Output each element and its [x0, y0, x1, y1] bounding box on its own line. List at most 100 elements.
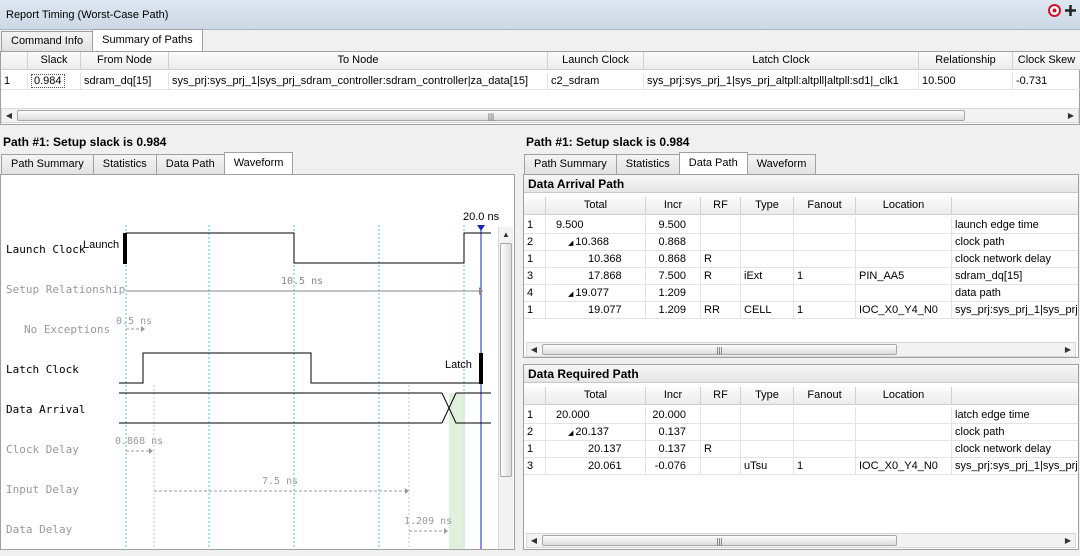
arrival-cell-total: ◢ 10.368: [546, 234, 646, 251]
required-cell-fanout: [794, 424, 856, 441]
tab-summary-of-paths[interactable]: Summary of Paths: [92, 29, 203, 51]
arrival-table: Total Incr RF Type Fanout Location 1 9.500 9.500…: [524, 197, 1078, 337]
arrival-cell-fanout: [794, 217, 856, 234]
required-cell-rf: R: [701, 441, 741, 458]
arrival-col-type[interactable]: Type: [741, 197, 794, 215]
waveform-vscroll[interactable]: ▲: [498, 227, 513, 549]
col-slack[interactable]: Slack: [28, 52, 81, 70]
required-col-type[interactable]: Type: [741, 387, 794, 405]
launch-clock-cell[interactable]: c2_sdram: [548, 73, 644, 90]
arrival-cell-incr: 7.500: [646, 268, 701, 285]
required-cell-n: 3: [524, 458, 546, 475]
required-col-index[interactable]: [524, 387, 546, 405]
wf-clock-delay: Clock Delay: [6, 443, 79, 456]
required-cell-desc: clock path: [952, 424, 1078, 441]
required-col-rf[interactable]: RF: [701, 387, 741, 405]
arrival-total-value: 19.077: [588, 304, 622, 316]
arrival-cell-fanout: [794, 234, 856, 251]
top-tabs: Command Info Summary of Paths: [1, 29, 203, 51]
arrival-cell-n: 2: [524, 234, 546, 251]
arrival-col-total[interactable]: Total: [546, 197, 646, 215]
required-col-total[interactable]: Total: [546, 387, 646, 405]
required-col-desc[interactable]: [952, 387, 1078, 405]
arrival-cell-n: 1: [524, 251, 546, 268]
scroll-right-icon[interactable]: ▶: [1065, 110, 1077, 122]
required-scroll-thumb[interactable]: |||: [542, 535, 897, 546]
required-cell-incr: 0.137: [646, 424, 701, 441]
dock-icon[interactable]: [1064, 4, 1077, 17]
title-bar: Report Timing (Worst-Case Path): [0, 0, 1080, 30]
arrival-cell-fanout: [794, 251, 856, 268]
arrival-scroll-left-icon[interactable]: ◀: [528, 344, 540, 356]
relationship-cell[interactable]: 10.500: [919, 73, 1013, 90]
arrival-cell-rf: RR: [701, 302, 741, 319]
required-cell-incr: 20.000: [646, 407, 701, 424]
arrival-total-value: 10.368: [575, 236, 609, 248]
required-cell-type: uTsu: [741, 458, 794, 475]
scroll-left-icon[interactable]: ◀: [3, 110, 15, 122]
required-cell-fanout: 1: [794, 458, 856, 475]
vscroll-thumb[interactable]: [500, 243, 512, 477]
tab-data-path-right[interactable]: Data Path: [678, 152, 748, 174]
scroll-thumb[interactable]: |||: [17, 110, 965, 121]
required-cell-type: [741, 441, 794, 458]
required-panel: Data Required Path Total Incr RF Type Fanout…: [523, 364, 1079, 550]
required-table: Total Incr RF Type Fanout Location 1 20.000 20.0…: [524, 387, 1078, 527]
required-cell-loc: [856, 407, 952, 424]
required-scroll-left-icon[interactable]: ◀: [528, 535, 540, 547]
arrival-col-loc[interactable]: Location: [856, 197, 952, 215]
clock-skew-cell[interactable]: -0.731: [1013, 73, 1080, 90]
tab-waveform-right[interactable]: Waveform: [746, 154, 817, 174]
arrival-scroll-right-icon[interactable]: ▶: [1062, 344, 1074, 356]
right-tabs: Path Summary Statistics Data Path Wavefo…: [524, 152, 817, 174]
window-title: Report Timing (Worst-Case Path): [6, 9, 169, 21]
tab-data-path[interactable]: Data Path: [155, 154, 225, 174]
arrival-col-fanout[interactable]: Fanout: [794, 197, 856, 215]
tab-command-info[interactable]: Command Info: [1, 31, 94, 51]
arrival-cell-n: 3: [524, 268, 546, 285]
required-cell-desc: clock network delay: [952, 441, 1078, 458]
arrival-cell-total: 19.077: [546, 302, 646, 319]
left-tabs: Path Summary Statistics Data Path Wavefo…: [1, 152, 294, 174]
col-clock-skew[interactable]: Clock Skew: [1013, 52, 1080, 70]
arrival-col-desc[interactable]: [952, 197, 1078, 215]
latch-marker-label: Latch: [445, 359, 472, 371]
from-node-cell[interactable]: sdram_dq[15]: [81, 73, 169, 90]
required-col-loc[interactable]: Location: [856, 387, 952, 405]
col-to-node[interactable]: To Node: [169, 52, 548, 70]
required-hscroll[interactable]: ◀ ||| ▶: [526, 533, 1076, 548]
arrival-hscroll[interactable]: ◀ ||| ▶: [526, 342, 1076, 357]
tab-statistics[interactable]: Statistics: [92, 154, 157, 174]
col-from-node[interactable]: From Node: [81, 52, 169, 70]
arrival-col-rf[interactable]: RF: [701, 197, 741, 215]
slack-cell[interactable]: 0.984: [28, 73, 81, 90]
required-col-incr[interactable]: Incr: [646, 387, 701, 405]
required-cell-total: ◢ 20.137: [546, 424, 646, 441]
col-latch-clock[interactable]: Latch Clock: [644, 52, 919, 70]
tab-statistics-right[interactable]: Statistics: [615, 154, 680, 174]
noexc-value-label: 0.5 ns: [116, 316, 153, 327]
required-total-value: 20.137: [575, 426, 609, 438]
arrival-col-incr[interactable]: Incr: [646, 197, 701, 215]
tab-path-summary-right[interactable]: Path Summary: [524, 154, 617, 174]
to-node-cell[interactable]: sys_prj:sys_prj_1|sys_prj_sdram_controll…: [169, 73, 548, 90]
tab-waveform[interactable]: Waveform: [223, 152, 294, 174]
scroll-up-icon[interactable]: ▲: [500, 229, 512, 241]
required-col-fanout[interactable]: Fanout: [794, 387, 856, 405]
arrival-scroll-thumb[interactable]: |||: [542, 344, 897, 355]
arrival-cell-total: 9.500: [546, 217, 646, 234]
required-cell-loc: [856, 424, 952, 441]
tab-path-summary[interactable]: Path Summary: [1, 154, 94, 174]
summary-hscroll[interactable]: ◀ ||| ▶: [1, 108, 1079, 123]
required-cell-fanout: [794, 441, 856, 458]
col-launch-clock[interactable]: Launch Clock: [548, 52, 644, 70]
required-scroll-right-icon[interactable]: ▶: [1062, 535, 1074, 547]
right-path-title: Path #1: Setup slack is 0.984: [526, 135, 690, 149]
close-icon[interactable]: [1048, 4, 1061, 17]
setup-value-label: 10.5 ns: [281, 276, 324, 287]
arrival-col-index[interactable]: [524, 197, 546, 215]
col-relationship[interactable]: Relationship: [919, 52, 1013, 70]
required-cell-rf: [701, 424, 741, 441]
required-cell-desc: latch edge time: [952, 407, 1078, 424]
latch-clock-cell[interactable]: sys_prj:sys_prj_1|sys_prj_altpll:altpll|…: [644, 73, 919, 90]
